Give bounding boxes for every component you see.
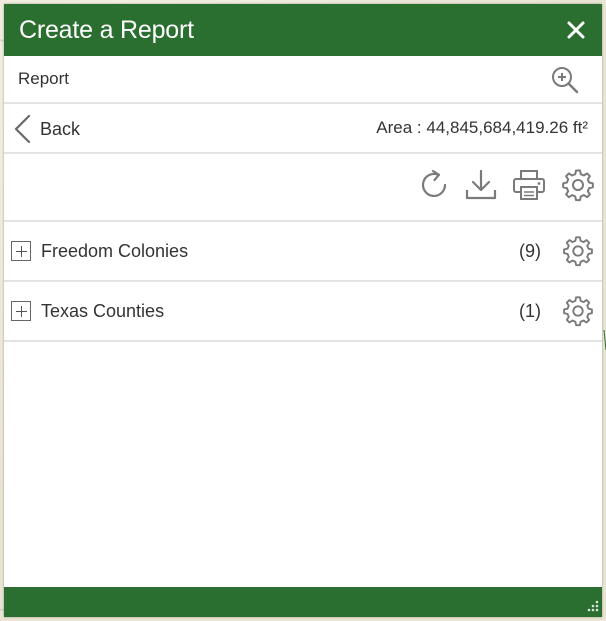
print-button[interactable] [512,168,546,202]
report-search-input[interactable] [18,65,538,93]
gear-icon [562,169,594,202]
close-button[interactable] [564,18,588,42]
search-row [4,56,602,104]
resize-grip-icon [587,600,599,612]
report-toolbar [4,154,602,222]
close-icon [567,21,585,39]
resize-handle[interactable] [584,599,600,615]
layer-settings-button[interactable] [562,295,594,327]
refresh-icon [421,169,447,197]
back-label: Back [40,119,81,139]
layer-count: (9) [519,241,541,261]
layer-settings-button[interactable] [562,235,594,267]
panel-title: Create a Report [19,16,194,44]
layer-count: (1) [519,301,541,321]
zoom-to-button[interactable] [550,65,580,95]
layer-name: Texas Counties [41,301,165,321]
panel-footer [4,587,602,617]
expand-icon[interactable] [11,241,31,261]
settings-button[interactable] [561,168,595,202]
expand-icon[interactable] [11,301,31,321]
layer-row-texas-counties: Texas Counties (1) [4,282,602,342]
zoom-in-icon [552,67,579,94]
area-readout: Area : 44,845,684,419.26 ft² [376,118,588,137]
download-icon [465,169,497,200]
panel-header: Create a Report [4,4,602,56]
chevron-left-icon [14,114,31,144]
layer-name: Freedom Colonies [41,241,189,261]
print-icon [513,170,545,200]
nav-row: Back Area : 44,845,684,419.26 ft² [4,104,602,154]
refresh-button[interactable] [418,168,452,202]
layer-row-freedom-colonies: Freedom Colonies (9) [4,222,602,282]
gear-icon [563,296,593,327]
create-report-panel: Create a Report Back Area : 44,845,684,4… [4,4,602,617]
gear-icon [563,236,593,267]
download-button[interactable] [464,168,498,202]
